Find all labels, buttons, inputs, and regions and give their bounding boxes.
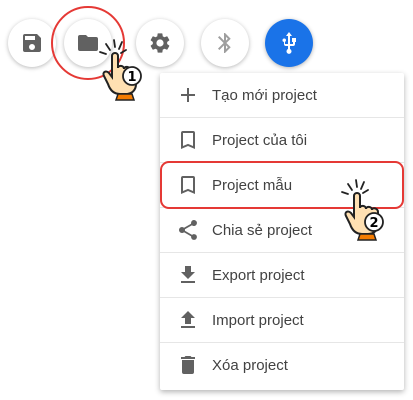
usb-icon [282,32,296,54]
plus-icon [176,83,200,107]
menu-item-label: Xóa project [212,356,288,374]
menu-item-label: Export project [212,266,305,284]
cuff [114,93,136,101]
menu-item-my-projects[interactable]: Project của tôi [160,118,404,162]
cuff [356,233,378,241]
menu-item-import-project[interactable]: Import project [160,298,404,342]
trash-icon [176,353,200,377]
menu-item-label: Project của tôi [212,131,308,149]
bookmark-icon [176,128,200,152]
save-button[interactable] [8,19,56,67]
step-1-badge: 1 [127,70,136,85]
menu-item-label: Chia sẻ project [212,221,313,239]
bluetooth-icon [218,33,231,53]
pointer-hand-step-1: 1 [92,38,156,102]
pointing-hand-icon: 1 [99,39,142,101]
step-2-badge: 2 [369,216,378,231]
upload-icon [176,308,200,332]
pointer-hand-step-2: 2 [334,178,398,242]
share-icon [176,218,200,242]
menu-item-delete-project[interactable]: Xóa project [160,343,404,387]
bluetooth-button[interactable] [201,19,249,67]
menu-item-export-project[interactable]: Export project [160,253,404,297]
download-icon [176,263,200,287]
save-icon [23,34,41,52]
pointing-hand-icon: 2 [341,179,384,241]
menu-item-new-project[interactable]: Tạo mới project [160,73,404,117]
usb-connect-button[interactable] [265,19,313,67]
menu-item-label: Tạo mới project [212,86,317,104]
menu-item-label: Import project [212,311,304,329]
